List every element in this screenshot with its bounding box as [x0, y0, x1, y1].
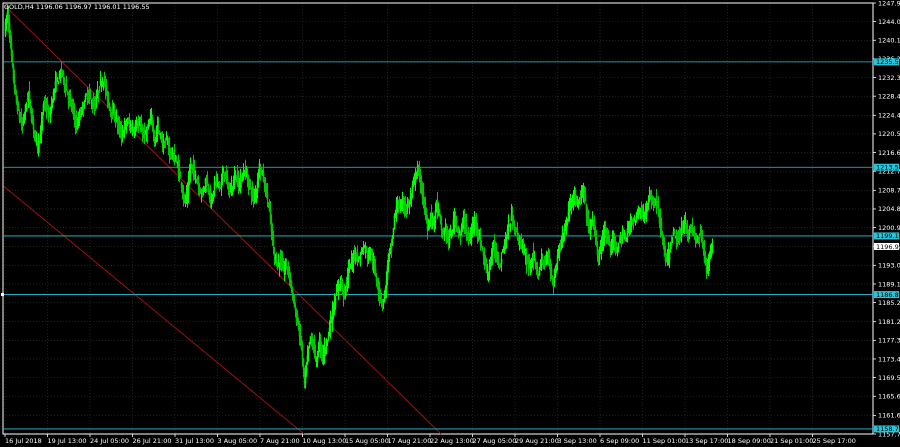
- price-tick-label: 1244.00: [878, 18, 900, 26]
- price-tick-label: 1204.80: [878, 205, 900, 213]
- price-tick-label: 1165.60: [878, 393, 900, 401]
- price-tick-label: 1189.10: [878, 280, 900, 288]
- time-tick-label: 29 Aug 21:00: [515, 437, 559, 445]
- line-anchor-marker[interactable]: [1, 293, 4, 297]
- trendline-2[interactable]: [3, 186, 305, 435]
- time-tick-label: 10 Aug 13:00: [303, 437, 347, 445]
- time-tick-label: 15 Aug 05:00: [345, 437, 389, 445]
- current-price-text: 1196.95: [876, 243, 900, 251]
- line-price-tag-text: 1199.15: [876, 232, 900, 240]
- chart-window[interactable]: 1247.901244.001240.101236.201232.301228.…: [0, 0, 900, 447]
- time-tick-label: 27 Aug 05:00: [473, 437, 517, 445]
- price-tick-label: 1161.60: [878, 412, 900, 420]
- time-tick-label: 18 Sep 09:00: [728, 437, 771, 445]
- time-tick-label: 13 Sep 17:00: [685, 437, 728, 445]
- price-tick-label: 1224.40: [878, 112, 900, 120]
- time-tick-label: 6 Sep 09:00: [600, 437, 639, 445]
- price-chart[interactable]: 1247.901244.001240.101236.201232.301228.…: [0, 0, 900, 447]
- price-tick-label: 1169.50: [878, 374, 900, 382]
- price-tick-label: 1200.90: [878, 224, 900, 232]
- time-tick-label: 3 Sep 13:00: [558, 437, 597, 445]
- price-tick-label: 1228.40: [878, 92, 900, 100]
- line-price-tag-text: 1235.58: [876, 58, 900, 66]
- time-tick-label: 21 Sep 01:00: [770, 437, 813, 445]
- time-tick-label: 31 Jul 13:00: [175, 437, 214, 445]
- time-tick-label: 16 Jul 2018: [5, 437, 42, 445]
- time-tick-label: 3 Aug 05:00: [218, 437, 258, 445]
- time-tick-label: 25 Sep 17:00: [813, 437, 856, 445]
- time-tick-label: 19 Jul 13:00: [48, 437, 87, 445]
- price-tick-label: 1220.50: [878, 130, 900, 138]
- line-price-tag-text: 1186.88: [876, 291, 900, 299]
- price-tick-label: 1232.30: [878, 74, 900, 82]
- symbol-ohlc-header: GOLD,H4 1196.06 1196.97 1196.01 1196.55: [4, 3, 150, 11]
- time-tick-label: 22 Aug 13:00: [430, 437, 474, 445]
- price-tick-label: 1185.20: [878, 299, 900, 307]
- price-tick-label: 1193.00: [878, 262, 900, 270]
- price-tick-label: 1208.70: [878, 187, 900, 195]
- price-tick-label: 1216.60: [878, 149, 900, 157]
- time-tick-label: 11 Sep 01:00: [643, 437, 686, 445]
- time-tick-label: 17 Aug 21:00: [388, 437, 432, 445]
- line-price-tag-text: 1213.53: [876, 164, 900, 172]
- price-tick-label: 1173.40: [878, 355, 900, 363]
- trendline-1[interactable]: [3, 4, 442, 435]
- price-tick-label: 1247.90: [878, 0, 900, 7]
- line-price-tag-text: 1158.76: [876, 425, 900, 433]
- time-tick-label: 24 Jul 05:00: [90, 437, 129, 445]
- time-tick-label: 26 Jul 21:00: [133, 437, 172, 445]
- price-tick-label: 1181.20: [878, 318, 900, 326]
- price-tick-label: 1177.30: [878, 337, 900, 345]
- time-tick-label: 7 Aug 21:00: [260, 437, 300, 445]
- price-tick-label: 1240.10: [878, 37, 900, 45]
